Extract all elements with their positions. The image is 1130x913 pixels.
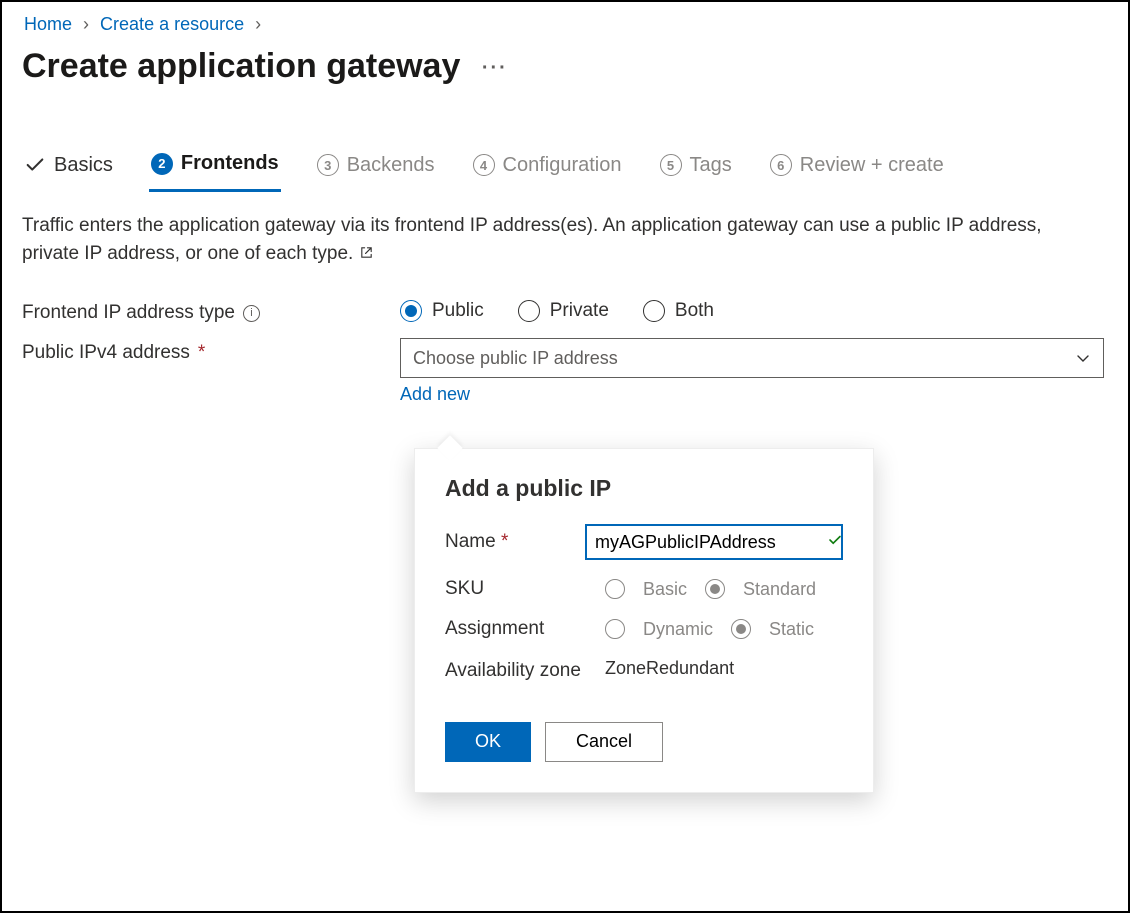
tab-configuration[interactable]: 4 Configuration [471, 146, 624, 192]
chevron-right-icon: › [249, 14, 267, 34]
radio-label: Public [432, 300, 484, 322]
tab-number-badge: 2 [151, 153, 173, 175]
ok-button[interactable]: OK [445, 722, 531, 762]
label-sku: SKU [445, 578, 605, 600]
page-title-text: Create application gateway [22, 47, 460, 85]
tab-number-badge: 4 [473, 154, 495, 176]
link-add-new[interactable]: Add new [400, 384, 470, 405]
select-placeholder: Choose public IP address [413, 348, 618, 369]
label-text: Name [445, 531, 496, 552]
popover-title: Add a public IP [445, 475, 843, 502]
radio-label: Static [769, 619, 814, 640]
page-title: Create application gateway ··· [22, 47, 1108, 86]
radio-private[interactable]: Private [518, 300, 609, 322]
chevron-down-icon [1075, 350, 1091, 366]
radio-label: Standard [743, 579, 816, 600]
breadcrumb: Home › Create a resource › [22, 8, 1108, 47]
tab-frontends[interactable]: 2 Frontends [149, 146, 281, 192]
label-frontend-ip-type: Frontend IP address type i [22, 298, 400, 324]
breadcrumb-home[interactable]: Home [24, 14, 72, 34]
check-icon [24, 154, 46, 176]
radio-public[interactable]: Public [400, 300, 484, 322]
chevron-right-icon: › [77, 14, 95, 34]
tab-review-create[interactable]: 6 Review + create [768, 146, 946, 192]
tab-basics[interactable]: Basics [22, 146, 115, 192]
tab-label: Backends [347, 154, 435, 177]
external-link-icon[interactable] [359, 241, 374, 269]
radio-group-assignment: Dynamic Static [605, 619, 843, 640]
tab-number-badge: 5 [660, 154, 682, 176]
radio-group-ip-type: Public Private Both [400, 298, 1108, 322]
radio-dot-icon [643, 300, 665, 322]
radio-dot-icon [518, 300, 540, 322]
label-assignment: Assignment [445, 618, 605, 640]
description-text: Traffic enters the application gateway v… [22, 215, 1042, 264]
tab-label: Frontends [181, 152, 279, 175]
tab-backends[interactable]: 3 Backends [315, 146, 437, 192]
label-text: Frontend IP address type [22, 302, 235, 324]
tab-label: Tags [690, 154, 732, 177]
tab-label: Review + create [800, 154, 944, 177]
tab-tags[interactable]: 5 Tags [658, 146, 734, 192]
popover-add-public-ip: Add a public IP Name * SKU Basic [414, 448, 874, 793]
radio-both[interactable]: Both [643, 300, 714, 322]
radio-label: Private [550, 300, 609, 322]
check-icon [827, 532, 843, 553]
info-icon[interactable]: i [243, 305, 260, 322]
tab-label: Configuration [503, 154, 622, 177]
radio-sku-standard[interactable] [705, 579, 725, 599]
tab-number-badge: 6 [770, 154, 792, 176]
radio-sku-basic[interactable] [605, 579, 625, 599]
radio-label: Both [675, 300, 714, 322]
radio-assignment-static[interactable] [731, 619, 751, 639]
label-public-ipv4: Public IPv4 address * [22, 338, 400, 364]
required-asterisk: * [501, 531, 508, 552]
cancel-button[interactable]: Cancel [545, 722, 663, 762]
more-icon[interactable]: ··· [482, 57, 508, 80]
value-availability-zone: ZoneRedundant [605, 658, 843, 679]
name-input-wrapper [585, 524, 843, 560]
radio-assignment-dynamic[interactable] [605, 619, 625, 639]
radio-label: Dynamic [643, 619, 713, 640]
radio-label: Basic [643, 579, 687, 600]
select-public-ip[interactable]: Choose public IP address [400, 338, 1104, 378]
label-availability-zone: Availability zone [445, 658, 605, 684]
wizard-tabs: Basics 2 Frontends 3 Backends 4 Configur… [22, 146, 1108, 192]
tab-description: Traffic enters the application gateway v… [22, 212, 1082, 268]
radio-group-sku: Basic Standard [605, 579, 843, 600]
name-input[interactable] [595, 532, 827, 553]
tab-number-badge: 3 [317, 154, 339, 176]
label-text: Public IPv4 address [22, 342, 190, 364]
tab-label: Basics [54, 154, 113, 177]
label-name: Name * [445, 531, 585, 553]
required-asterisk: * [198, 342, 205, 364]
breadcrumb-create-resource[interactable]: Create a resource [100, 14, 244, 34]
radio-dot-icon [400, 300, 422, 322]
